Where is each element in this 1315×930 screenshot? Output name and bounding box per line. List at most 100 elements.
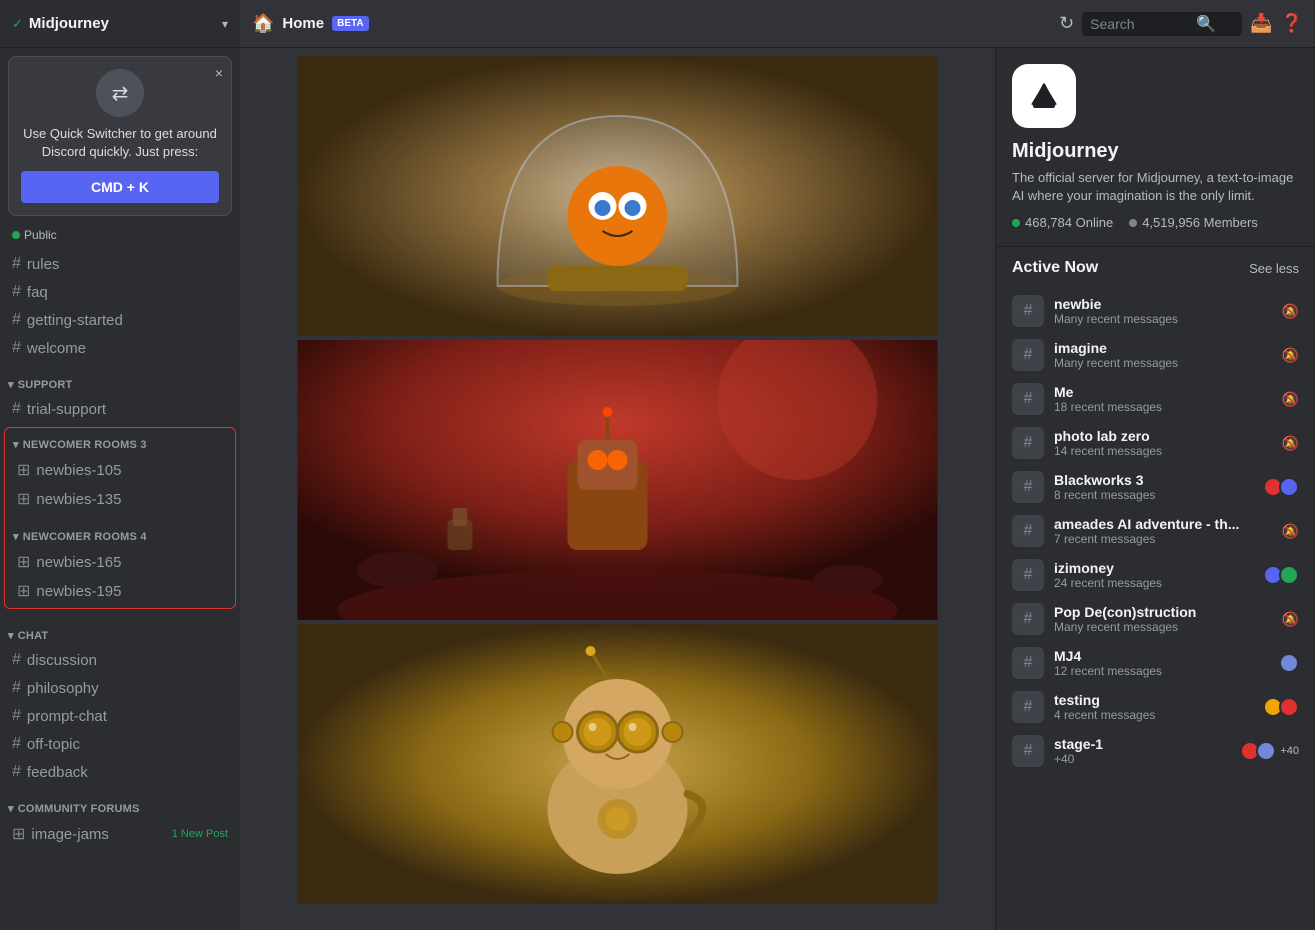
avatar-pile (1263, 697, 1299, 717)
channel-avatar: # (1012, 339, 1044, 371)
active-item-ameades[interactable]: # ameades AI adventure - th... 7 recent … (1012, 509, 1299, 553)
channel-avatar: # (1012, 295, 1044, 327)
channel-welcome[interactable]: # welcome (4, 335, 236, 361)
loading-icon: ↻ (1059, 13, 1074, 34)
server-dropdown-icon[interactable]: ▾ (222, 17, 228, 31)
hash-icon: # (12, 707, 21, 725)
member-dot (1129, 219, 1137, 227)
channel-trial-support[interactable]: # trial-support (4, 396, 236, 422)
active-item-mj4[interactable]: # MJ4 12 recent messages (1012, 641, 1299, 685)
channel-label: welcome (27, 340, 228, 357)
active-item-stage-1[interactable]: # stage-1 +40 +40 (1012, 729, 1299, 773)
active-messages: 24 recent messages (1054, 576, 1253, 590)
channel-off-topic[interactable]: # off-topic (4, 731, 236, 757)
image-2 (248, 340, 987, 620)
quick-switcher-text: Use Quick Switcher to get around Discord… (21, 125, 219, 161)
channel-avatar: # (1012, 427, 1044, 459)
category-community-forums[interactable]: ▾ COMMUNITY FORUMS (0, 786, 240, 819)
quick-switcher-button[interactable]: CMD + K (21, 171, 219, 203)
category-label: NEWCOMER ROOMS 4 (23, 531, 147, 543)
right-panel: Midjourney The official server for Midjo… (995, 48, 1315, 930)
active-name: ameades AI adventure - th... (1054, 516, 1272, 532)
hash-icon: # (12, 255, 21, 273)
active-messages: 4 recent messages (1054, 708, 1253, 722)
channel-philosophy[interactable]: # philosophy (4, 675, 236, 701)
mute-icon: 🔕 (1282, 435, 1299, 452)
active-item-me[interactable]: # Me 18 recent messages 🔕 (1012, 377, 1299, 421)
active-item-izimoney[interactable]: # izimoney 24 recent messages (1012, 553, 1299, 597)
active-item-newbie[interactable]: # newbie Many recent messages 🔕 (1012, 289, 1299, 333)
channel-newbies-165[interactable]: ⊞ newbies-165 (9, 548, 231, 576)
server-header[interactable]: ✓ Midjourney ▾ (0, 0, 240, 48)
avatar-pile (1263, 477, 1299, 497)
category-label: CHAT (18, 630, 49, 642)
channel-newbies-135[interactable]: ⊞ newbies-135 (9, 485, 231, 513)
channel-header: 🏠 Home BETA (240, 13, 1059, 34)
search-box[interactable]: 🔍 (1082, 12, 1242, 36)
category-chat[interactable]: ▾ CHAT (0, 613, 240, 646)
active-item-pop-deconstruction[interactable]: # Pop De(con)struction Many recent messa… (1012, 597, 1299, 641)
forum-icon: ⊞ (17, 460, 30, 480)
online-stat: 468,784 Online (1012, 215, 1113, 230)
channel-image-jams[interactable]: ⊞ image-jams 1 New Post (4, 820, 236, 848)
public-dot (12, 231, 20, 239)
active-name: izimoney (1054, 560, 1253, 576)
sidebar: × ⇄ Use Quick Switcher to get around Dis… (0, 48, 240, 930)
channel-rules[interactable]: # rules (4, 251, 236, 277)
server-title: Midjourney (1012, 140, 1299, 163)
active-item-blackworks[interactable]: # Blackworks 3 8 recent messages (1012, 465, 1299, 509)
channel-discussion[interactable]: # discussion (4, 647, 236, 673)
public-badge: Public (0, 224, 240, 250)
active-item-photo-lab-zero[interactable]: # photo lab zero 14 recent messages 🔕 (1012, 421, 1299, 465)
channel-label: image-jams (31, 826, 165, 843)
highlighted-newcomer-section: ▾ NEWCOMER ROOMS 3 ⊞ newbies-105 ⊞ newbi… (4, 427, 236, 609)
channel-label: newbies-105 (36, 462, 223, 479)
category-support[interactable]: ▾ SUPPORT (0, 362, 240, 395)
active-now-section: Active Now See less # newbie Many recent… (996, 247, 1315, 785)
active-name: imagine (1054, 340, 1272, 356)
home-icon: 🏠 (252, 13, 274, 34)
category-newcomer-3[interactable]: ▾ NEWCOMER ROOMS 3 (5, 430, 235, 455)
help-icon[interactable]: ❓ (1281, 13, 1303, 34)
server-name: Midjourney (29, 15, 222, 32)
active-name: Me (1054, 384, 1272, 400)
hash-icon: # (12, 735, 21, 753)
active-info: Blackworks 3 8 recent messages (1054, 472, 1253, 502)
channel-feedback[interactable]: # feedback (4, 759, 236, 785)
active-messages: 14 recent messages (1054, 444, 1272, 458)
channel-prompt-chat[interactable]: # prompt-chat (4, 703, 236, 729)
active-messages: Many recent messages (1054, 312, 1272, 326)
active-messages: +40 (1054, 752, 1230, 766)
active-name: MJ4 (1054, 648, 1269, 664)
active-info: testing 4 recent messages (1054, 692, 1253, 722)
category-arrow: ▾ (8, 629, 14, 642)
channel-avatar: # (1012, 603, 1044, 635)
active-info: imagine Many recent messages (1054, 340, 1272, 370)
see-less-button[interactable]: See less (1249, 261, 1299, 276)
avatar-small (1279, 477, 1299, 497)
channel-newbies-105[interactable]: ⊞ newbies-105 (9, 456, 231, 484)
avatar-small (1256, 741, 1276, 761)
active-name: testing (1054, 692, 1253, 708)
channel-faq[interactable]: # faq (4, 279, 236, 305)
quick-switcher-close[interactable]: × (215, 65, 223, 81)
active-info: photo lab zero 14 recent messages (1054, 428, 1272, 458)
hash-icon: # (12, 283, 21, 301)
channel-label: philosophy (27, 680, 228, 697)
public-text: Public (24, 228, 57, 242)
server-info: Midjourney The official server for Midjo… (996, 48, 1315, 247)
server-description: The official server for Midjourney, a te… (1012, 169, 1299, 205)
search-input[interactable] (1090, 16, 1190, 32)
channel-label: off-topic (27, 736, 228, 753)
channel-newbies-195[interactable]: ⊞ newbies-195 (9, 577, 231, 605)
category-newcomer-4[interactable]: ▾ NEWCOMER ROOMS 4 (5, 514, 235, 547)
inbox-icon[interactable]: 📥 (1250, 13, 1272, 34)
avatar-small (1279, 697, 1299, 717)
active-messages: 7 recent messages (1054, 532, 1272, 546)
hash-icon: # (12, 400, 21, 418)
topbar-right: ↻ 🔍 📥 ❓ (1059, 12, 1315, 36)
channel-avatar: # (1012, 471, 1044, 503)
active-item-imagine[interactable]: # imagine Many recent messages 🔕 (1012, 333, 1299, 377)
active-item-testing[interactable]: # testing 4 recent messages (1012, 685, 1299, 729)
channel-getting-started[interactable]: # getting-started (4, 307, 236, 333)
